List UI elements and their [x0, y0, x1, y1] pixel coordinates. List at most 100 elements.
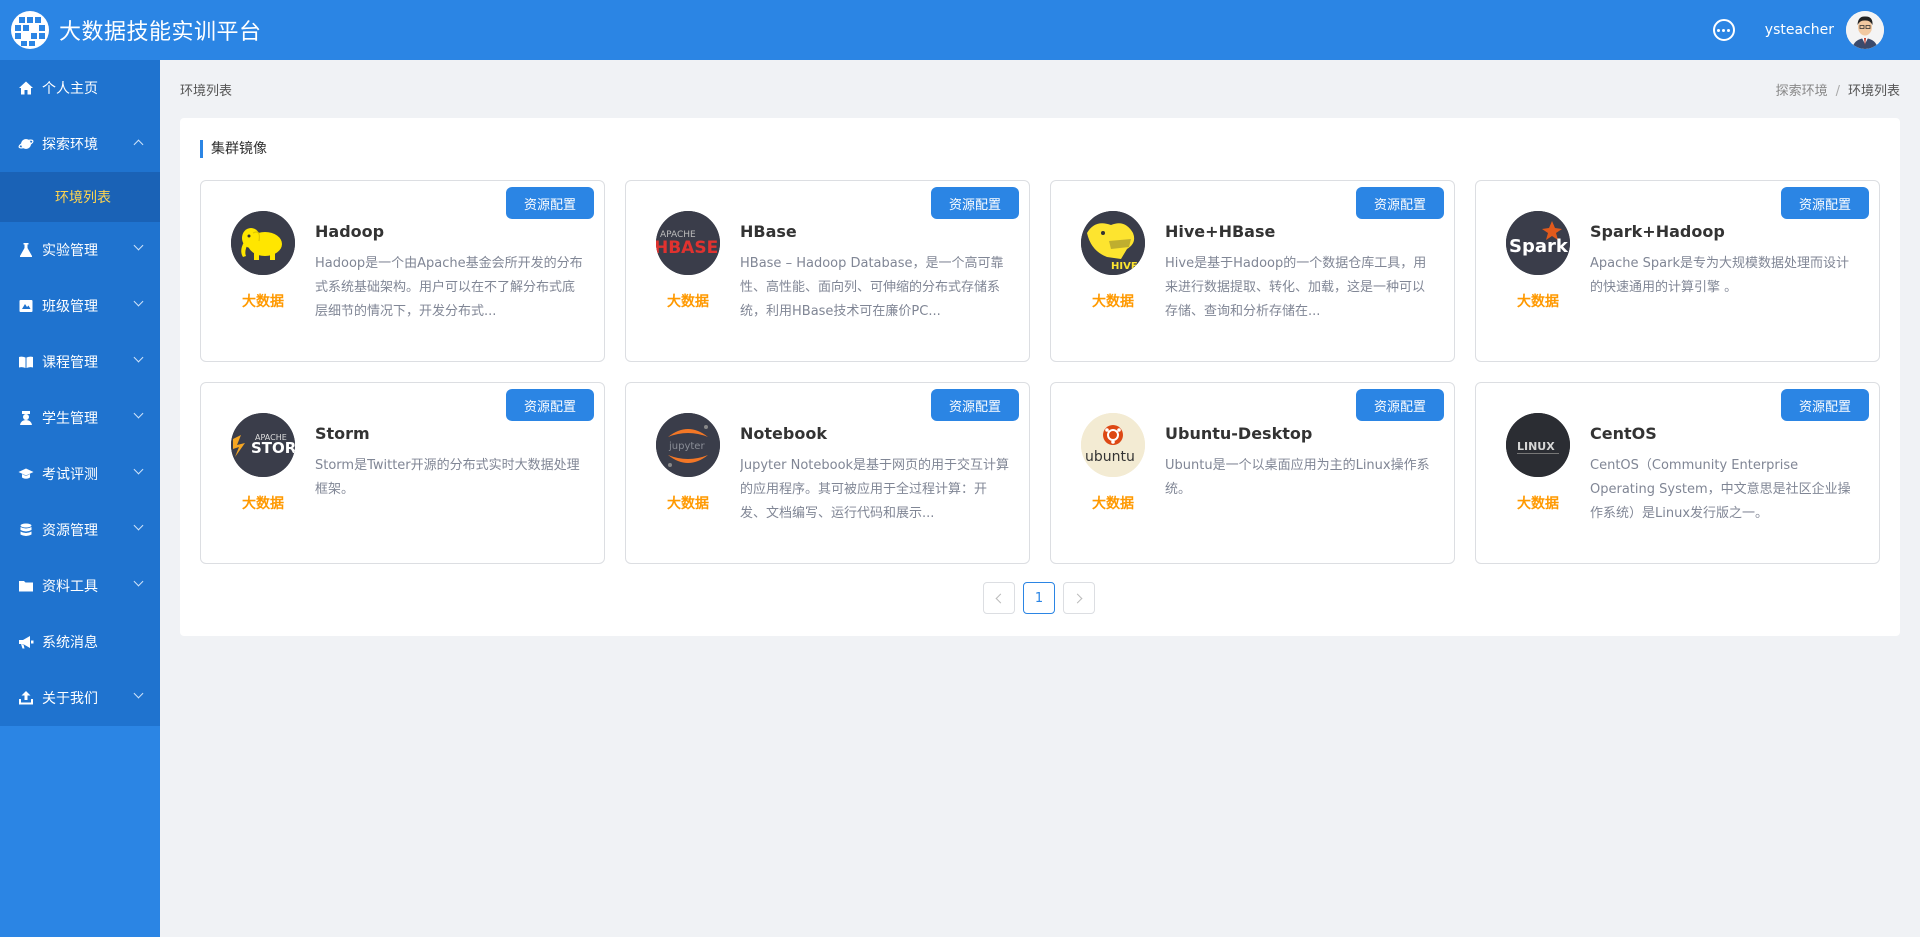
sidebar-item-course[interactable]: 课程管理 — [0, 334, 160, 390]
card-description: CentOS（Community Enterprise Operating Sy… — [1590, 458, 1851, 521]
student-icon — [18, 410, 34, 426]
hadoop-elephant-icon — [231, 211, 295, 275]
book-icon — [18, 354, 34, 370]
card-title: Hadoop — [315, 222, 385, 241]
image-card-hive-hbase[interactable]: 资源配置 HIVE 大数据 Hive+HBase Hive是基于Hadoop的一… — [1050, 180, 1455, 362]
sidebar-item-student[interactable]: 学生管理 — [0, 390, 160, 446]
image-card-spark-hadoop[interactable]: 资源配置 Spark 大数据 Spark+Hadoop Apache Spark… — [1475, 180, 1880, 362]
message-icon[interactable] — [1712, 19, 1735, 41]
page-number-button[interactable]: 1 — [1023, 582, 1055, 614]
hbase-logo-icon: APACHE HBASE — [656, 211, 720, 275]
sidebar-item-label: 班级管理 — [42, 299, 98, 315]
category-tag: 大数据 — [242, 294, 284, 310]
platform-logo-icon — [11, 11, 49, 49]
home-icon — [18, 80, 34, 96]
chevron-down-icon — [133, 688, 144, 699]
folder-icon — [18, 578, 34, 594]
sidebar-item-resource[interactable]: 资源管理 — [0, 502, 160, 558]
card-title: Notebook — [740, 424, 827, 443]
sidebar-item-label: 关于我们 — [42, 691, 98, 707]
app-title: 大数据技能实训平台 — [59, 20, 262, 45]
chevron-down-icon — [133, 408, 144, 419]
svg-text:ubuntu: ubuntu — [1085, 449, 1135, 465]
category-tag: 大数据 — [1517, 294, 1559, 310]
upload-icon — [18, 690, 34, 706]
database-icon — [18, 522, 34, 538]
chevron-down-icon — [133, 576, 144, 587]
card-description: Apache Spark是专为大规模数据处理而设计的快速通用的计算引擎 。 — [1590, 256, 1849, 295]
card-description: Storm是Twitter开源的分布式实时大数据处理框架。 — [315, 458, 580, 497]
sidebar-subitem-env-list[interactable]: 环境列表 — [0, 172, 160, 222]
svg-text:jupyter: jupyter — [668, 441, 705, 452]
flask-icon — [18, 242, 34, 258]
image-card-notebook[interactable]: 资源配置 jupyter 大数据 Notebook Jupyter Notebo… — [625, 382, 1030, 564]
image-card-hadoop[interactable]: 资源配置 大数据 Hadoop Hadoop是一个由Apache基金会所开发的分… — [200, 180, 605, 362]
svg-text:LINUX: LINUX — [1517, 440, 1555, 453]
storm-logo-icon: APACHE STORM — [231, 413, 295, 477]
sidebar-item-messages[interactable]: 系统消息 — [0, 614, 160, 670]
megaphone-icon — [18, 634, 34, 650]
avatar[interactable] — [1846, 11, 1884, 49]
chevron-down-icon — [133, 240, 144, 251]
sidebar-item-label: 探索环境 — [42, 137, 98, 153]
resource-config-button[interactable]: 资源配置 — [506, 187, 594, 219]
image-card-grid: 资源配置 大数据 Hadoop Hadoop是一个由Apache基金会所开发的分… — [200, 180, 1880, 564]
category-tag: 大数据 — [667, 496, 709, 512]
top-right-area: ysteacher — [1712, 0, 1884, 60]
resource-config-button[interactable]: 资源配置 — [931, 187, 1019, 219]
sidebar-item-label: 个人主页 — [42, 81, 98, 97]
image-card-hbase[interactable]: 资源配置 APACHE HBASE 大数据 HBase HBase – Hado… — [625, 180, 1030, 362]
next-page-button[interactable] — [1063, 582, 1095, 614]
card-title: Hive+HBase — [1165, 222, 1276, 241]
card-title: CentOS — [1590, 424, 1657, 443]
svg-text:HBASE: HBASE — [656, 238, 718, 258]
username[interactable]: ysteacher — [1765, 22, 1834, 38]
sidebar-item-about[interactable]: 关于我们 — [0, 670, 160, 726]
image-card-centos[interactable]: 资源配置 LINUX 大数据 CentOS CentOS（Community E… — [1475, 382, 1880, 564]
sidebar-item-home[interactable]: 个人主页 — [0, 60, 160, 116]
chevron-right-icon — [1072, 593, 1083, 603]
main-panel: 集群镜像 资源配置 大数据 Hadoop Hadoop是一个由Apache基金会… — [180, 118, 1900, 636]
graduation-cap-icon — [18, 466, 34, 482]
sidebar-item-explore[interactable]: 探索环境 — [0, 116, 160, 172]
category-tag: 大数据 — [1517, 496, 1559, 512]
chevron-down-icon — [133, 352, 144, 363]
page-header: 环境列表 探索环境 / 环境列表 — [160, 60, 1920, 118]
chevron-down-icon — [133, 464, 144, 475]
resource-config-button[interactable]: 资源配置 — [1356, 187, 1444, 219]
pagination: 1 — [983, 582, 1095, 614]
category-tag: 大数据 — [1092, 496, 1134, 512]
chevron-left-icon — [995, 593, 1006, 603]
prev-page-button[interactable] — [983, 582, 1015, 614]
category-tag: 大数据 — [1092, 294, 1134, 310]
svg-text:Spark: Spark — [1509, 236, 1569, 257]
card-description: Hive是基于Hadoop的一个数据仓库工具，用来进行数据提取、转化、加载，这是… — [1165, 256, 1427, 319]
sidebar-item-label: 资料工具 — [42, 579, 98, 595]
resource-config-button[interactable]: 资源配置 — [1781, 389, 1869, 421]
image-card-ubuntu-desktop[interactable]: 资源配置 ubuntu 大数据 Ubuntu-Desktop Ubuntu是一个… — [1050, 382, 1455, 564]
sidebar-item-label: 学生管理 — [42, 411, 98, 427]
breadcrumb: 探索环境 / 环境列表 — [1776, 80, 1900, 99]
breadcrumb-item-current: 环境列表 — [1847, 83, 1900, 99]
breadcrumb-item-explore[interactable]: 探索环境 — [1776, 84, 1828, 99]
sidebar-item-exam[interactable]: 考试评测 — [0, 446, 160, 502]
sidebar-item-label: 实验管理 — [42, 243, 98, 259]
resource-config-button[interactable]: 资源配置 — [1356, 389, 1444, 421]
chevron-down-icon — [133, 296, 144, 307]
image-card-storm[interactable]: 资源配置 APACHE STORM 大数据 Storm Storm是Twitte… — [200, 382, 605, 564]
sidebar-item-tools[interactable]: 资料工具 — [0, 558, 160, 614]
sidebar: 个人主页 探索环境 环境列表 实验管理 班级管理 课程管理 学生管理 考试评测 … — [0, 60, 160, 937]
sidebar-item-experiment[interactable]: 实验管理 — [0, 222, 160, 278]
sidebar-item-label: 课程管理 — [42, 355, 98, 371]
spark-logo-icon: Spark — [1506, 211, 1570, 275]
sidebar-item-label: 系统消息 — [42, 635, 98, 651]
resource-config-button[interactable]: 资源配置 — [931, 389, 1019, 421]
card-title: Spark+Hadoop — [1590, 222, 1725, 241]
card-description: Ubuntu是一个以桌面应用为主的Linux操作系统。 — [1165, 458, 1430, 497]
resource-config-button[interactable]: 资源配置 — [506, 389, 594, 421]
chevron-down-icon — [133, 520, 144, 531]
card-title: HBase — [740, 222, 797, 241]
class-icon — [18, 298, 34, 314]
resource-config-button[interactable]: 资源配置 — [1781, 187, 1869, 219]
sidebar-item-class[interactable]: 班级管理 — [0, 278, 160, 334]
